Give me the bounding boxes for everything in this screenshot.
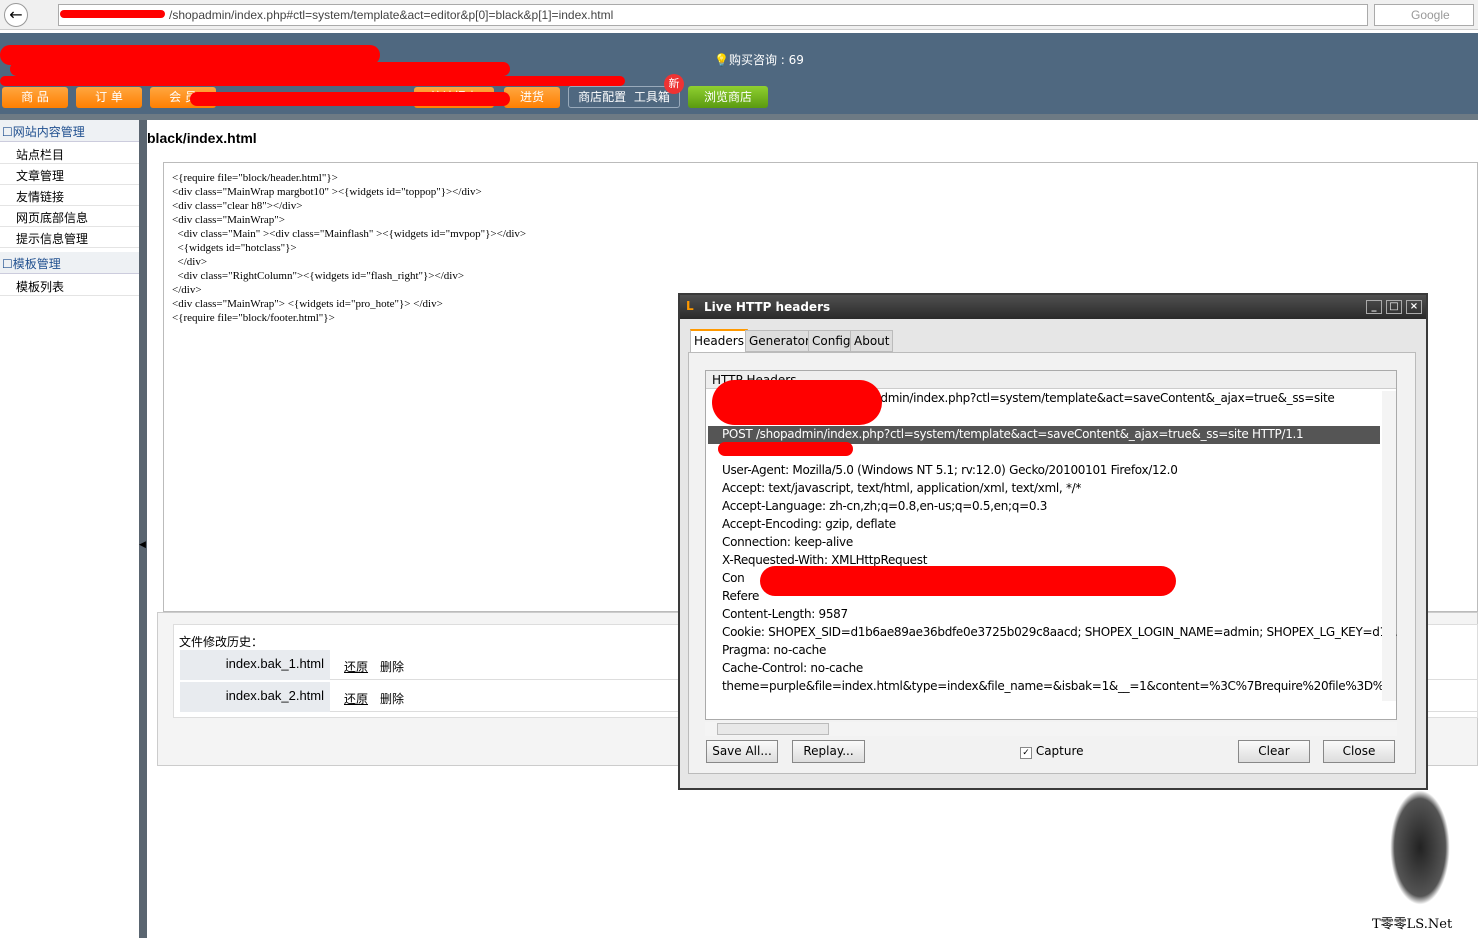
header-line: Cache-Control: no-cache [722,661,864,675]
tab-config[interactable]: Config [808,330,855,352]
header-line: Accept: text/javascript, text/html, appl… [722,481,1082,495]
redaction [10,62,510,76]
tab-about[interactable]: About [850,330,894,352]
new-badge: 新 [664,74,684,94]
sidebar-item[interactable]: 模板列表 [0,275,139,296]
app-icon: L [686,299,694,313]
header-line: Content-Length: 9587 [722,607,848,621]
redaction [190,92,510,106]
sidebar: ☐网站内容管理 站点栏目 文章管理 友情链接 网页底部信息 提示信息管理 ☐模板… [0,120,140,938]
header-line: User-Agent: Mozilla/5.0 (Windows NT 5.1;… [722,463,1178,477]
dragon-emblem-icon [1390,790,1450,905]
group-label: 模板管理 [12,257,61,271]
restore-link[interactable]: 还原 [344,690,368,707]
redaction [712,380,882,425]
history-file: index.bak_2.html [180,682,330,712]
delete-link[interactable]: 删除 [380,658,404,675]
save-all-button[interactable]: Save All... [706,740,778,763]
purchase-consult: 💡购买咨询 : 69 [714,53,804,67]
redaction [60,10,165,18]
back-arrow-icon[interactable]: ← [4,3,28,27]
search-input[interactable]: Google [1374,4,1474,26]
nav-orders[interactable]: 订 单 [76,87,142,108]
redaction [760,566,1176,596]
sidebar-item[interactable]: 提示信息管理 [0,227,139,248]
header-line: Accept-Encoding: gzip, deflate [722,517,896,531]
nav-purchase[interactable]: 进货 [504,87,560,108]
toolbox[interactable]: 工具箱 [634,90,670,104]
header-line: X-Requested-With: XMLHttpRequest [722,553,928,567]
header-line: Con [722,571,745,585]
vertical-scrollbar[interactable] [1382,391,1396,701]
header-line: theme=purple&file=index.html&type=index&… [722,679,1395,693]
browser-toolbar: ← /shopadmin/index.php#ctl=system/templa… [0,0,1478,30]
close-icon[interactable]: × [1406,300,1422,314]
shop-config[interactable]: 商店配置 [578,90,626,104]
sidebar-group-content[interactable]: ☐网站内容管理 [0,120,139,142]
watermark-text: T零零LS.Net [1372,917,1453,932]
tab-headers[interactable]: Headers [690,329,748,352]
sidebar-item[interactable]: 站点栏目 [0,143,139,164]
capture-checkbox[interactable]: ✓ Capture [1020,744,1084,759]
clear-button[interactable]: Clear [1238,740,1310,763]
browse-shop-button[interactable]: 浏览商店 [688,86,768,108]
maximize-icon[interactable]: □ [1386,300,1402,314]
header-line: Pragma: no-cache [722,643,827,657]
header-line: Cookie: SHOPEX_SID=d1b6ae89ae36bdfe0e372… [722,625,1398,639]
sidebar-group-template[interactable]: ☐模板管理 [0,252,139,274]
live-http-headers-dialog: L Live HTTP headers _ □ × Headers Generat… [678,293,1428,790]
tab-generator[interactable]: Generator [745,330,814,352]
minimize-icon[interactable]: _ [1366,300,1382,314]
group-label: 网站内容管理 [12,125,85,139]
header-line: Accept-Language: zh-cn,zh;q=0.8,en-us;q=… [722,499,1048,513]
nav-products[interactable]: 商 品 [2,87,68,108]
header-line: Refere [722,589,760,603]
replay-button[interactable]: Replay... [792,740,865,763]
horizontal-scrollbar[interactable] [705,722,1397,736]
dialog-title: Live HTTP headers [704,300,831,314]
history-file: index.bak_1.html [180,650,330,680]
sidebar-item[interactable]: 文章管理 [0,164,139,185]
shop-config-toolbox[interactable]: 商店配置 工具箱 [568,86,680,108]
scroll-thumb[interactable] [717,723,829,735]
header-line: Connection: keep-alive [722,535,853,549]
consult-text: 购买咨询 : 69 [728,53,804,67]
sidebar-item[interactable]: 网页底部信息 [0,206,139,227]
dialog-titlebar[interactable]: L Live HTTP headers _ □ × [680,295,1426,319]
restore-link[interactable]: 还原 [344,658,368,675]
history-label: 文件修改历史： [179,635,264,649]
sidebar-item[interactable]: 友情链接 [0,185,139,206]
header-line: POST /shopadmin/index.php?ctl=system/tem… [722,427,1304,441]
watermark-logo: T零零LS.Net [1370,785,1475,935]
address-bar[interactable]: /shopadmin/index.php#ctl=system/template… [58,4,1368,26]
redaction [718,442,853,456]
delete-link[interactable]: 删除 [380,690,404,707]
collapse-arrow-icon[interactable]: ◀ [139,540,146,550]
redaction [0,76,625,86]
header-divider [0,114,1478,120]
checkbox-icon[interactable]: ✓ [1020,747,1032,759]
capture-label: Capture [1035,744,1084,758]
sidebar-collapse-handle[interactable]: ◀ [139,120,147,938]
close-button[interactable]: Close [1323,740,1395,763]
header-line: padmin/index.php?ctl=system/template&act… [866,391,1335,405]
page-title: black/index.html [147,130,257,146]
